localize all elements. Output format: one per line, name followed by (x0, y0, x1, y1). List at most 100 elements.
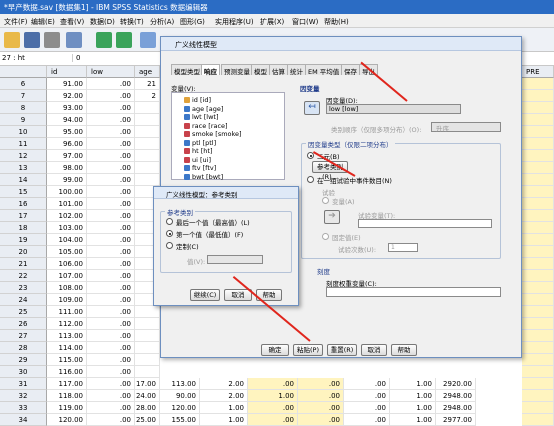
table-cell[interactable] (522, 246, 554, 258)
print-icon[interactable] (44, 32, 60, 48)
table-cell[interactable]: 111.00 (47, 306, 87, 318)
table-cell[interactable]: 120.00 (160, 402, 200, 414)
table-cell[interactable] (522, 390, 554, 402)
menu-edit[interactable]: 编辑(E) (31, 17, 55, 27)
table-cell[interactable]: .00 (87, 186, 135, 198)
table-cell[interactable] (522, 78, 554, 90)
table-cell[interactable]: 2.00 (200, 378, 248, 390)
table-cell[interactable] (135, 330, 160, 342)
table-cell[interactable]: .00 (87, 90, 135, 102)
table-cell[interactable]: .00 (87, 78, 135, 90)
table-cell[interactable]: 1.00 (200, 402, 248, 414)
custom-radio[interactable] (166, 242, 173, 249)
table-cell[interactable] (522, 258, 554, 270)
column-header-id[interactable]: id (47, 66, 87, 78)
row-header[interactable]: 21 (0, 258, 47, 270)
variable-list-item[interactable]: smoke [smoke] (184, 130, 242, 138)
table-cell[interactable] (522, 222, 554, 234)
variables-list[interactable]: id [id] age [age] lwt [lwt] race [race] smok… (171, 92, 285, 181)
menu-window[interactable]: 窗口(W) (292, 17, 318, 27)
table-cell[interactable]: .00 (87, 174, 135, 186)
table-cell[interactable] (522, 90, 554, 102)
table-cell[interactable] (135, 318, 160, 330)
table-cell[interactable]: 112.00 (47, 318, 87, 330)
variable-list-item[interactable]: ftv [ftv] (184, 164, 216, 172)
trial-move-button[interactable]: ➔ (324, 210, 340, 224)
tab-predictors[interactable]: 预测变量 (221, 64, 253, 76)
row-header[interactable]: 24 (0, 294, 47, 306)
table-cell[interactable] (522, 402, 554, 414)
row-header[interactable]: 15 (0, 186, 47, 198)
events-trials-radio[interactable] (307, 176, 314, 183)
tab-estimation[interactable]: 估算 (269, 64, 288, 76)
table-cell[interactable] (522, 366, 554, 378)
table-cell[interactable]: .00 (248, 402, 298, 414)
table-cell[interactable]: .00 (87, 354, 135, 366)
row-header[interactable]: 10 (0, 126, 47, 138)
menu-analyze[interactable]: 分析(A) (150, 17, 174, 27)
table-cell[interactable]: .00 (87, 198, 135, 210)
table-cell[interactable] (522, 174, 554, 186)
table-cell[interactable]: .00 (87, 138, 135, 150)
table-cell[interactable] (522, 210, 554, 222)
save-icon[interactable] (24, 32, 40, 48)
row-header[interactable]: 16 (0, 198, 47, 210)
table-cell[interactable]: 108.00 (47, 282, 87, 294)
table-cell[interactable] (522, 294, 554, 306)
table-cell[interactable]: 2977.00 (436, 414, 476, 426)
table-cell[interactable] (522, 342, 554, 354)
table-cell[interactable]: 104.00 (47, 234, 87, 246)
row-header[interactable]: 6 (0, 78, 47, 90)
table-cell[interactable]: .00 (87, 222, 135, 234)
first-value-radio[interactable] (166, 230, 173, 237)
table-cell[interactable]: 1.00 (390, 402, 436, 414)
tab-em-means[interactable]: EM 平均值 (305, 64, 343, 76)
table-cell[interactable]: .00 (87, 414, 135, 426)
menu-data[interactable]: 数据(D) (90, 17, 115, 27)
trials-variable-radio[interactable] (322, 197, 329, 204)
table-cell[interactable]: .00 (248, 378, 298, 390)
table-cell[interactable]: 113.00 (160, 378, 200, 390)
undo-icon[interactable] (96, 32, 112, 48)
row-header[interactable]: 9 (0, 114, 47, 126)
trial-count-field[interactable]: 1 (388, 243, 418, 252)
variable-list-item[interactable]: race [race] (184, 122, 228, 130)
table-cell[interactable]: .00 (344, 390, 390, 402)
row-header[interactable]: 30 (0, 366, 47, 378)
menu-transform[interactable]: 转换(T) (120, 17, 144, 27)
variable-list-item[interactable]: lwt [lwt] (184, 113, 218, 121)
table-cell[interactable]: 106.00 (47, 258, 87, 270)
table-cell[interactable]: 95.00 (47, 126, 87, 138)
row-header[interactable]: 31 (0, 378, 47, 390)
row-header[interactable]: 26 (0, 318, 47, 330)
table-cell[interactable]: .00 (87, 126, 135, 138)
table-cell[interactable]: .00 (298, 390, 344, 402)
tab-model-type[interactable]: 模型类型 (171, 64, 203, 76)
table-cell[interactable] (135, 102, 160, 114)
menu-help[interactable]: 帮助(H) (324, 17, 349, 27)
table-cell[interactable]: 100.00 (47, 186, 87, 198)
table-cell[interactable]: 96.00 (47, 138, 87, 150)
move-arrow-button[interactable]: ↤ (304, 101, 320, 115)
table-cell[interactable]: .00 (87, 306, 135, 318)
dialog-recall-icon[interactable] (66, 32, 82, 48)
table-cell[interactable] (522, 114, 554, 126)
table-cell[interactable] (522, 102, 554, 114)
table-cell[interactable]: 1.00 (390, 390, 436, 402)
continue-button[interactable]: 继续(C) (190, 289, 220, 301)
table-cell[interactable] (522, 318, 554, 330)
row-header[interactable]: 8 (0, 102, 47, 114)
table-cell[interactable]: 99.00 (47, 174, 87, 186)
row-header[interactable]: 17 (0, 210, 47, 222)
table-cell[interactable] (135, 306, 160, 318)
table-cell[interactable] (135, 174, 160, 186)
table-cell[interactable]: .00 (344, 378, 390, 390)
row-header[interactable]: 34 (0, 414, 47, 426)
table-cell[interactable]: 1.00 (200, 414, 248, 426)
table-cell[interactable] (522, 150, 554, 162)
table-cell[interactable]: 28.00 (135, 402, 160, 414)
table-cell[interactable]: 117.00 (47, 378, 87, 390)
reset-button[interactable]: 重置(R) (327, 344, 357, 356)
table-cell[interactable]: 101.00 (47, 198, 87, 210)
paste-button[interactable]: 粘贴(P) (293, 344, 323, 356)
